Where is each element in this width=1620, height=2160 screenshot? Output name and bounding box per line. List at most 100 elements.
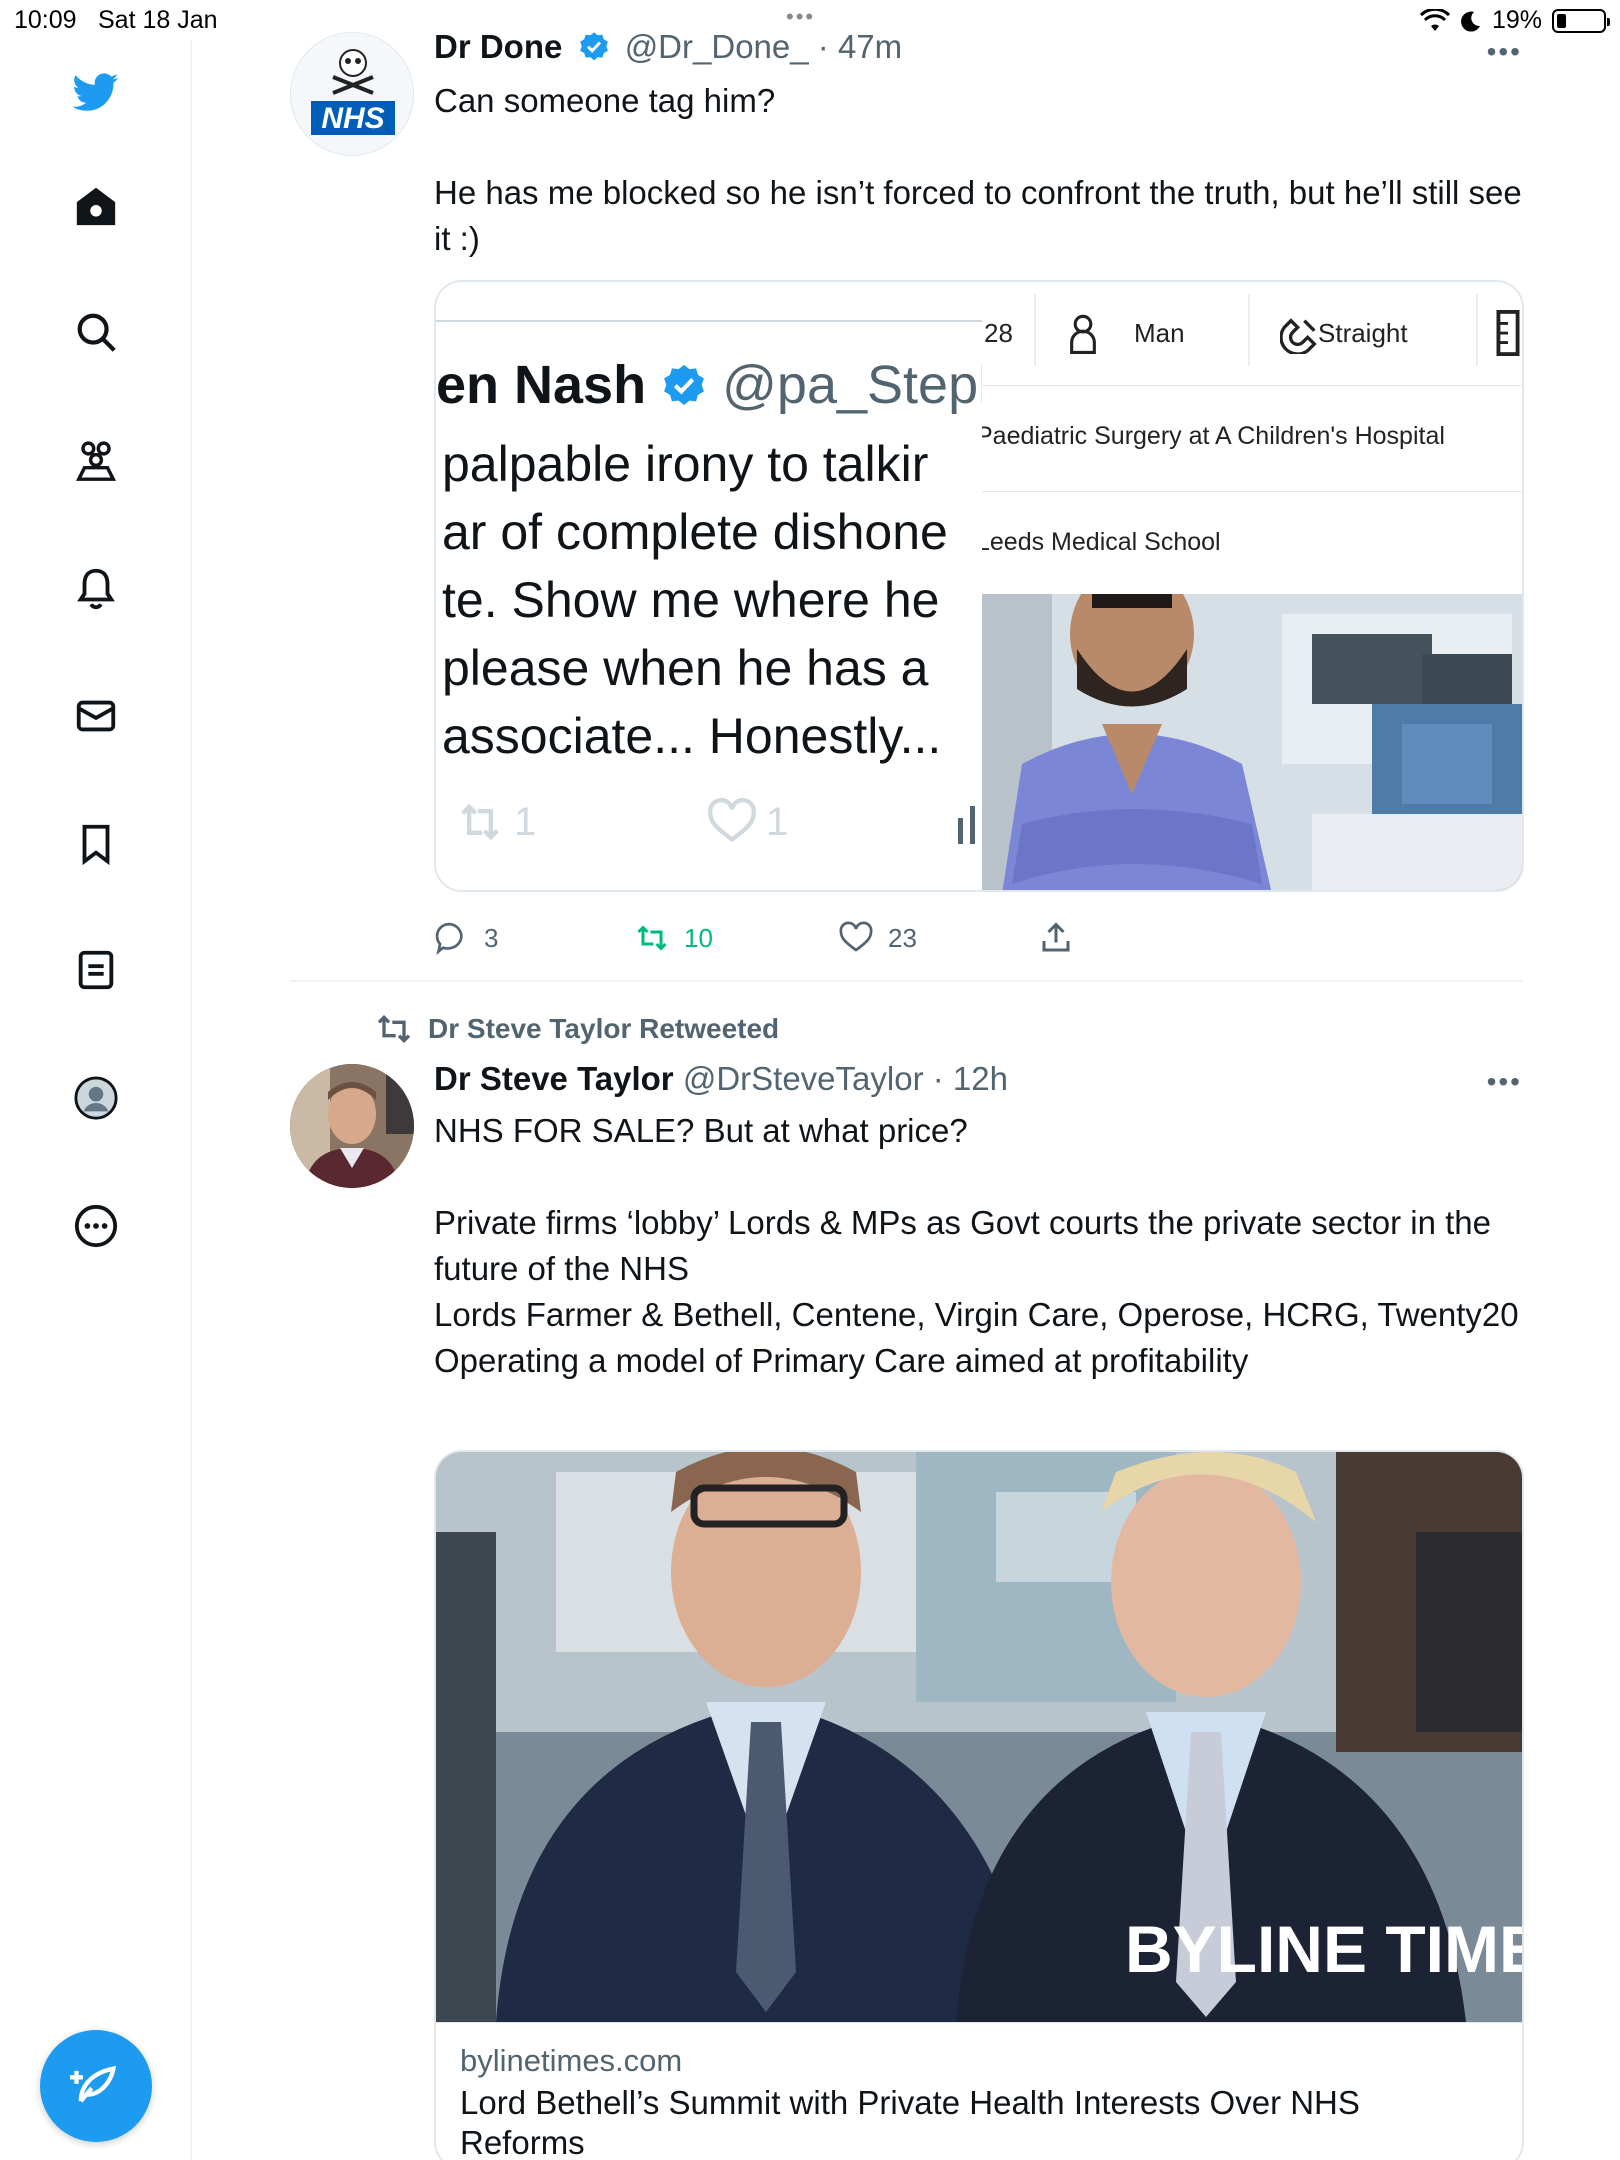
- dot-separator: ·: [817, 28, 838, 65]
- moon-icon: [1460, 11, 1480, 32]
- byline-watermark: BYLINE TIMES: [1125, 1912, 1524, 1986]
- doctor-photo: [982, 594, 1522, 890]
- search-icon[interactable]: [66, 302, 126, 362]
- embedded-like-number: 1: [766, 799, 789, 844]
- attr-orientation: Straight: [1318, 318, 1408, 348]
- retweet-button[interactable]: 10: [634, 920, 713, 956]
- share-icon: [1042, 922, 1070, 952]
- compose-tweet-button[interactable]: [40, 2030, 152, 2142]
- skull-logo-icon: NHS: [311, 49, 395, 135]
- screenshot-left: en Nash @pa_Steph palpable irony to talk…: [436, 282, 982, 890]
- wifi-icon: [1419, 8, 1450, 31]
- retweet-count: 10: [684, 922, 713, 953]
- embedded-like-count: 1: [706, 796, 788, 848]
- retweeted-by-label: Dr Steve Taylor Retweeted: [428, 1013, 780, 1044]
- tweet-media[interactable]: en Nash @pa_Steph palpable irony to talk…: [434, 280, 1524, 892]
- author-name[interactable]: Dr Done: [434, 28, 562, 65]
- author-name[interactable]: Dr Steve Taylor: [434, 1060, 674, 1097]
- reply-count: 3: [484, 922, 499, 953]
- embedded-line: please when he has a: [442, 640, 929, 696]
- tweet-text-line: He has me blocked so he isn’t forced to …: [434, 174, 1522, 257]
- profile-icon[interactable]: [66, 1068, 126, 1128]
- link-card-image: BYLINE TIMES: [436, 1452, 1524, 2022]
- tweet-header: Dr Done @Dr_Done_ · 47m: [434, 28, 902, 66]
- link-card[interactable]: BYLINE TIMES bylinetimes.com Lord Bethel…: [434, 1450, 1524, 2160]
- analytics-icon: [958, 806, 975, 844]
- reply-button[interactable]: 3: [434, 920, 498, 956]
- embedded-handle: @pa_Steph: [722, 355, 982, 415]
- tweet-more-button[interactable]: •••: [1487, 36, 1522, 68]
- avatar[interactable]: NHS: [290, 32, 414, 156]
- avatar[interactable]: [290, 1064, 414, 1188]
- battery-percent: 19%: [1491, 6, 1542, 34]
- tweet-more-button[interactable]: •••: [1487, 1066, 1522, 1098]
- verified-badge-icon: [664, 364, 705, 406]
- sidebar: [0, 40, 192, 2160]
- tweet-text-line: NHS FOR SALE? But at what price?: [434, 1112, 968, 1149]
- profile-school: Leeds Medical School: [982, 492, 1522, 594]
- retweet-icon: [377, 1014, 411, 1044]
- link-card-meta: bylinetimes.com Lord Bethell’s Summit wi…: [436, 2022, 1522, 2160]
- like-count: 23: [888, 922, 917, 953]
- profile-attributes: 28 Man Straight: [982, 282, 1522, 386]
- home-icon[interactable]: [66, 176, 126, 236]
- person-icon: [1070, 314, 1096, 354]
- share-button[interactable]: [1038, 920, 1074, 956]
- status-time: 10:09: [14, 6, 77, 34]
- messages-icon[interactable]: [66, 686, 126, 746]
- ruler-icon: [1496, 310, 1520, 356]
- retweeted-by[interactable]: Dr Steve Taylor Retweeted: [374, 1012, 779, 1046]
- tweet-text: NHS FOR SALE? But at what price? Private…: [434, 1108, 1534, 1384]
- heart-icon: [707, 797, 757, 842]
- retweet-icon: [637, 925, 667, 951]
- attr-gender: Man: [1134, 318, 1185, 348]
- embedded-text: palpable irony to talkir ar of complete …: [442, 430, 948, 770]
- attr-school: Leeds Medical School: [982, 528, 1221, 556]
- embedded-retweet-count: 1: [454, 796, 536, 848]
- twitter-logo-icon[interactable]: [66, 62, 126, 122]
- link-domain: bylinetimes.com: [460, 2043, 683, 2078]
- author-handle[interactable]: @DrSteveTaylor: [683, 1060, 924, 1097]
- reply-icon: [435, 922, 463, 955]
- tweet-text-line: Lords Farmer & Bethell, Centene, Virgin …: [434, 1296, 1519, 1333]
- avatar-nhs-text: NHS: [321, 102, 384, 135]
- heart-icon: [839, 921, 873, 952]
- verified-badge-icon: [579, 32, 608, 61]
- tweet-text-line: Can someone tag him?: [434, 82, 776, 119]
- tweet-time[interactable]: 47m: [838, 28, 902, 65]
- attr-age: 28: [984, 318, 1013, 348]
- tweet-divider: [290, 980, 1522, 982]
- compose-icon: [70, 2065, 116, 2103]
- notifications-icon[interactable]: [66, 558, 126, 618]
- embedded-line: te. Show me where he: [442, 572, 940, 628]
- multitasking-dots[interactable]: •••: [786, 4, 815, 30]
- profile-job: Paediatric Surgery at A Children's Hospi…: [982, 386, 1522, 492]
- embedded-line: ar of complete dishone: [442, 504, 948, 560]
- status-date: Sat 18 Jan: [98, 6, 218, 34]
- tweet-time[interactable]: 12h: [953, 1060, 1008, 1097]
- author-handle[interactable]: @Dr_Done_: [625, 28, 809, 65]
- link-title: Lord Bethell’s Summit with Private Healt…: [460, 2084, 1360, 2160]
- bookmarks-icon[interactable]: [66, 814, 126, 874]
- status-right: 19%: [1419, 6, 1610, 35]
- embedded-line: palpable irony to talkir: [442, 436, 929, 492]
- tweet-text-line: Operating a model of Primary Care aimed …: [434, 1342, 1249, 1379]
- embedded-name: en Nash: [436, 355, 647, 415]
- dot-separator: ·: [932, 1060, 953, 1097]
- embedded-retweet-number: 1: [514, 799, 537, 844]
- embedded-line: associate... Honestly...: [442, 708, 942, 764]
- magnet-icon: [1280, 318, 1317, 354]
- battery-icon: [1552, 8, 1610, 33]
- communities-icon[interactable]: [66, 430, 126, 490]
- tweet-text-line: Private firms ‘lobby’ Lords & MPs as Gov…: [434, 1204, 1492, 1287]
- tweet-actions: 3 10 23: [434, 920, 1134, 970]
- tweet-header: Dr Steve Taylor @DrSteveTaylor · 12h: [434, 1060, 1008, 1098]
- embedded-name-row: en Nash @pa_Steph: [436, 354, 982, 416]
- like-button[interactable]: 23: [838, 920, 917, 956]
- screenshot-right: 28 Man Straight Paediatric Surgery at A …: [982, 282, 1522, 890]
- avatar-photo: [290, 1064, 414, 1188]
- lists-icon[interactable]: [66, 940, 126, 1000]
- attr-job: Paediatric Surgery at A Children's Hospi…: [982, 422, 1445, 450]
- retweet-icon: [461, 803, 499, 841]
- more-icon[interactable]: [66, 1196, 126, 1256]
